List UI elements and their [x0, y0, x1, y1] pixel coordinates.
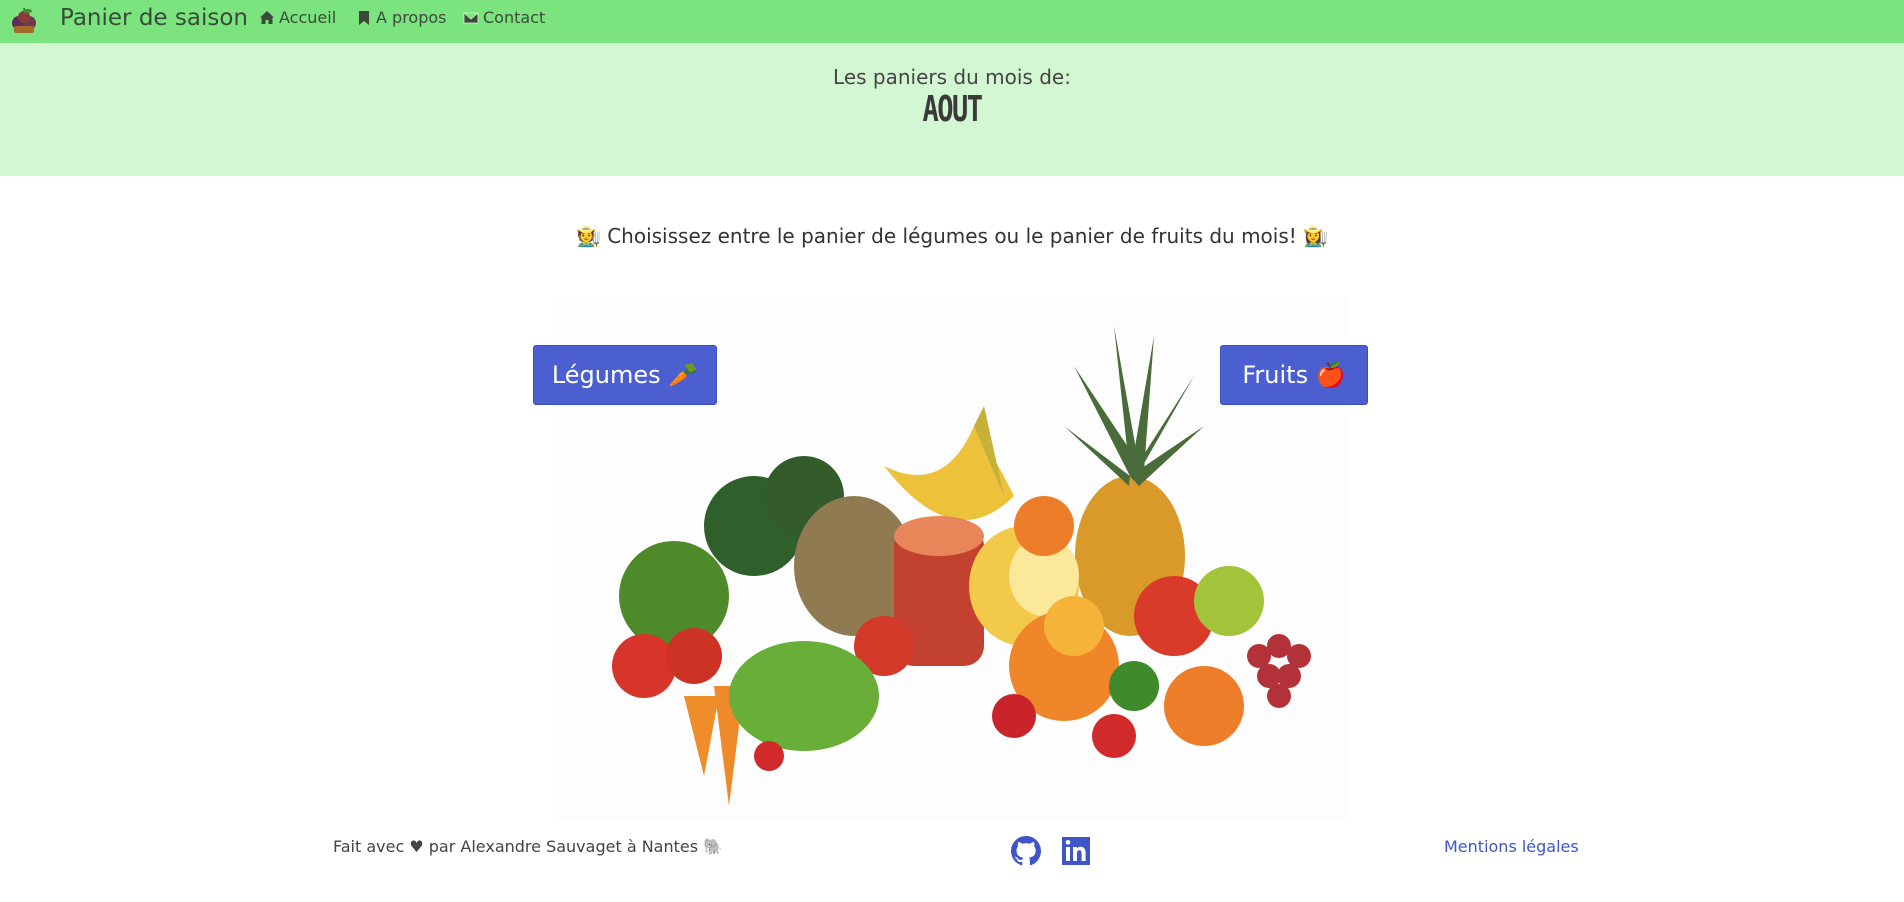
envelope-icon — [463, 12, 479, 24]
hero-month: AOUT — [922, 89, 983, 130]
hero-banner: Les paniers du mois de: AOUT — [0, 43, 1904, 176]
footer-credit: Fait avec ♥ par Alexandre Sauvaget à Nan… — [333, 837, 724, 856]
hero-subtitle: Les paniers du mois de: — [833, 65, 1071, 89]
nav-item-a-propos[interactable]: A propos — [356, 8, 446, 28]
nav-item-label: Accueil — [279, 8, 337, 27]
mentions-legales-link[interactable]: Mentions légales — [1444, 837, 1579, 856]
linkedin-icon[interactable] — [1060, 835, 1092, 867]
nav-item-label: Contact — [483, 8, 546, 27]
fruit-basket-icon[interactable] — [9, 4, 39, 36]
brand-name[interactable]: Panier de saison — [60, 4, 248, 32]
top-navbar: Panier de saison Accueil A propos Contac… — [0, 0, 1904, 43]
nav-item-accueil[interactable]: Accueil — [259, 8, 336, 28]
nav-item-label: A propos — [376, 8, 447, 27]
bookmark-icon — [359, 11, 369, 25]
footer-social-links — [1010, 835, 1092, 867]
legumes-button[interactable]: Légumes 🥕 — [533, 345, 717, 405]
home-icon — [260, 11, 274, 24]
fruits-button[interactable]: Fruits 🍎 — [1220, 345, 1368, 405]
lead-text: 🧑‍🌾 Choisissez entre le panier de légume… — [575, 224, 1329, 248]
nav-item-contact[interactable]: Contact — [463, 8, 545, 28]
github-icon[interactable] — [1010, 835, 1042, 867]
